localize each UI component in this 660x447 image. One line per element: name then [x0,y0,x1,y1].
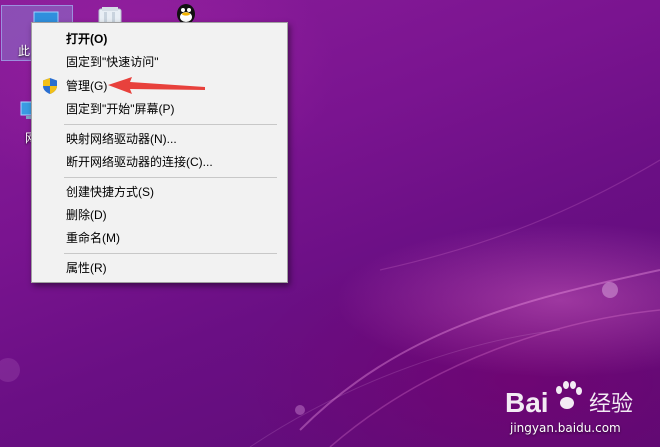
watermark-logo-suffix: 经验 [589,392,633,417]
watermark-url: jingyan.baidu.com [510,421,621,435]
watermark-logo-text: Bai [505,387,549,418]
baidu-watermark-logo: Bai 经验 [505,381,633,418]
paw-icon [556,381,582,409]
desktop: 此 网 打开(O) 固定到"快速访问" [0,0,660,447]
